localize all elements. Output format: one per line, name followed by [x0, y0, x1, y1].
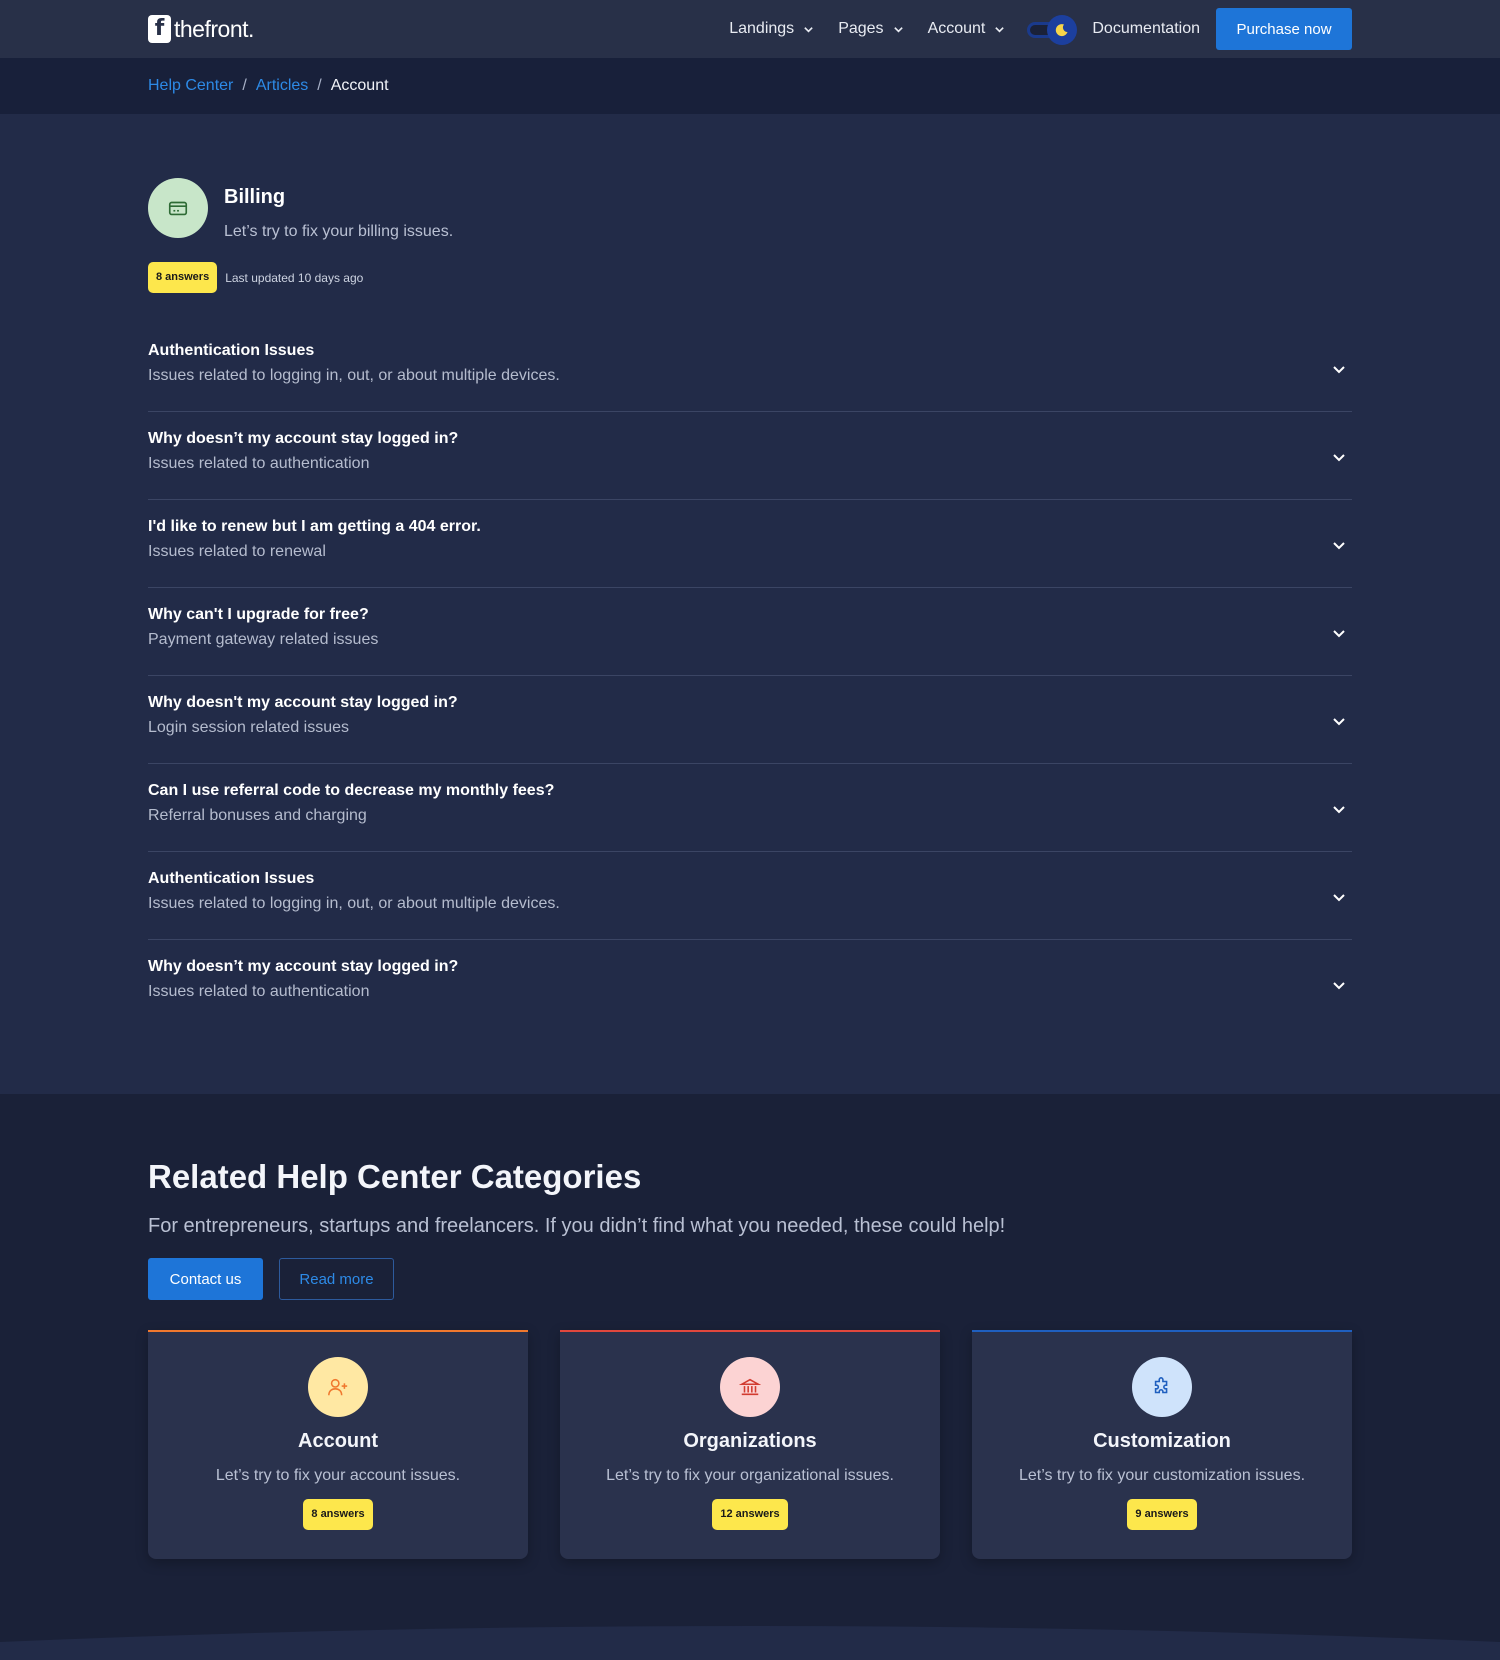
card-title: Organizations [683, 1430, 817, 1452]
faq-item[interactable]: Authentication Issues Issues related to … [148, 324, 1352, 412]
billing-header: Billing Let’s try to fix your billing is… [148, 178, 453, 241]
nav-landings[interactable]: Landings [729, 20, 814, 38]
faq-question: Authentication Issues [148, 870, 315, 887]
chevron-down-icon[interactable] [1332, 802, 1346, 816]
category-card-account[interactable]: Account Let’s try to fix your account is… [148, 1330, 528, 1559]
faq-answer-summary: Issues related to authentication [148, 455, 370, 472]
category-card-organizations[interactable]: Organizations Let’s try to fix your orga… [560, 1330, 940, 1559]
faq-answer-summary: Issues related to logging in, out, or ab… [148, 367, 560, 384]
nav-pages[interactable]: Pages [838, 20, 903, 38]
chevron-down-icon[interactable] [1332, 890, 1346, 904]
breadcrumb-articles[interactable]: Articles [256, 77, 308, 95]
faq-question: Why doesn’t my account stay logged in? [148, 958, 459, 975]
chevron-down-icon[interactable] [1332, 978, 1346, 992]
breadcrumb-bar: Help Center / Articles / Account [0, 58, 1500, 114]
category-cards: Account Let’s try to fix your account is… [148, 1330, 1352, 1559]
last-updated: Last updated 10 days ago [225, 270, 364, 285]
chevron-down-icon[interactable] [1332, 538, 1346, 552]
chevron-down-icon[interactable] [1332, 714, 1346, 728]
puzzle-icon [1132, 1357, 1192, 1417]
moon-icon [1047, 15, 1078, 45]
card-description: Let’s try to fix your account issues. [215, 1467, 461, 1484]
card-title: Account [298, 1430, 378, 1452]
breadcrumb-separator: / [242, 77, 247, 94]
breadcrumb: Help Center / Articles / Account [148, 58, 1352, 114]
billing-section: Billing Let’s try to fix your billing is… [0, 114, 1500, 1094]
chevron-down-icon [804, 26, 813, 33]
documentation-link[interactable]: Documentation [1092, 20, 1200, 38]
faq-question: Why can't I upgrade for free? [148, 606, 369, 623]
faq-list: Authentication Issues Issues related to … [148, 324, 1352, 1028]
chevron-down-icon[interactable] [1332, 450, 1346, 464]
logo-mark: f [148, 15, 171, 43]
breadcrumb-separator: / [317, 77, 322, 94]
related-title: Related Help Center Categories [148, 1158, 642, 1195]
related-actions: Contact us Read more [148, 1258, 394, 1300]
logo-text: thefront. [174, 15, 254, 42]
faq-item[interactable]: I'd like to renew but I am getting a 404… [148, 500, 1352, 588]
answers-badge: 8 answers [148, 262, 218, 293]
nav-landings-label: Landings [729, 20, 795, 37]
faq-item[interactable]: Why doesn't my account stay logged in? L… [148, 676, 1352, 764]
card-description: Let’s try to fix your customization issu… [1018, 1467, 1306, 1484]
credit-card-icon [148, 178, 208, 238]
category-card-customization[interactable]: Customization Let’s try to fix your cust… [972, 1330, 1352, 1559]
faq-question: Why doesn't my account stay logged in? [148, 694, 458, 711]
answers-badge: 9 answers [1127, 1499, 1197, 1530]
faq-item[interactable]: Can I use referral code to decrease my m… [148, 764, 1352, 852]
chevron-down-icon [995, 26, 1005, 33]
answers-badge: 12 answers [712, 1499, 788, 1530]
card-description: Let’s try to fix your organizational iss… [606, 1467, 894, 1484]
chevron-down-icon [893, 26, 903, 33]
read-more-button[interactable]: Read more [279, 1258, 394, 1300]
faq-answer-summary: Payment gateway related issues [148, 631, 379, 648]
faq-answer-summary: Issues related to authentication [148, 983, 370, 1000]
nav-account-label: Account [927, 20, 986, 37]
theme-toggle[interactable] [1025, 12, 1079, 46]
faq-question: Authentication Issues [148, 342, 315, 359]
breadcrumb-help-center[interactable]: Help Center [148, 77, 233, 95]
answers-badge: 8 answers [303, 1499, 373, 1530]
chevron-down-icon[interactable] [1332, 626, 1346, 640]
faq-answer-summary: Issues related to logging in, out, or ab… [148, 895, 560, 912]
brand-logo[interactable]: f thefront. [148, 15, 254, 43]
billing-meta: 8 answers Last updated 10 days ago [148, 262, 363, 293]
card-title: Customization [1093, 1430, 1231, 1452]
faq-answer-summary: Login session related issues [148, 719, 350, 736]
footer-wave [0, 1626, 1500, 1660]
faq-answer-summary: Issues related to renewal [148, 543, 326, 560]
nav-account[interactable]: Account [928, 20, 1006, 38]
faq-item[interactable]: Why doesn’t my account stay logged in? I… [148, 940, 1352, 1028]
related-subtitle: For entrepreneurs, startups and freelanc… [148, 1215, 1006, 1237]
purchase-button[interactable]: Purchase now [1216, 8, 1352, 50]
bank-icon [720, 1357, 780, 1417]
breadcrumb-current: Account [330, 77, 389, 94]
main-nav: Landings Pages Account Documentation Pur… [729, 8, 1352, 50]
faq-question: I'd like to renew but I am getting a 404… [148, 518, 481, 535]
top-navbar: f thefront. Landings Pages Account Docum… [0, 0, 1500, 58]
faq-item[interactable]: Authentication Issues Issues related to … [148, 852, 1352, 940]
faq-item[interactable]: Why can't I upgrade for free? Payment ga… [148, 588, 1352, 676]
faq-question: Why doesn’t my account stay logged in? [148, 430, 459, 447]
contact-us-button[interactable]: Contact us [148, 1258, 263, 1300]
chevron-down-icon[interactable] [1332, 362, 1346, 376]
faq-question: Can I use referral code to decrease my m… [148, 782, 555, 799]
billing-subtitle: Let’s try to fix your billing issues. [224, 223, 454, 240]
billing-title: Billing [224, 186, 286, 208]
nav-pages-label: Pages [838, 20, 884, 37]
faq-item[interactable]: Why doesn’t my account stay logged in? I… [148, 412, 1352, 500]
user-plus-icon [308, 1357, 368, 1417]
related-categories-section: Related Help Center Categories For entre… [0, 1094, 1500, 1660]
faq-answer-summary: Referral bonuses and charging [148, 807, 367, 824]
